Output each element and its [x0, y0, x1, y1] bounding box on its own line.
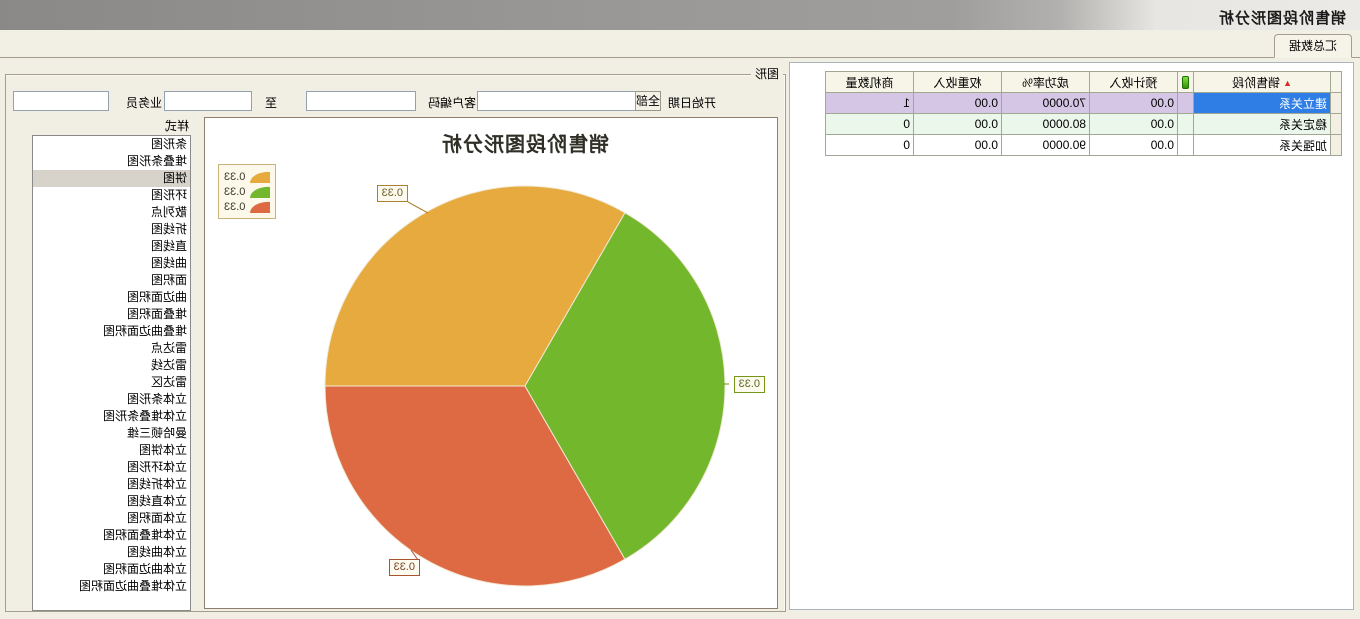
row-indicator-header [1331, 72, 1342, 93]
salesman-label: 业务员 [126, 93, 162, 113]
style-option[interactable]: 立体环形图 [33, 459, 190, 476]
style-option[interactable]: 环形图 [33, 187, 190, 204]
legend-wedge-icon [250, 170, 270, 183]
slice-value-label: 0.33 [389, 559, 420, 576]
cell-filter [1178, 93, 1194, 114]
table-header-row: ▲销售阶段 预计收入 成功率% 权重收入 商机数量 [826, 72, 1342, 93]
legend-value: 0.33 [224, 186, 245, 198]
legend-wedge-icon [250, 185, 270, 198]
column-header-weighted[interactable]: 权重收入 [914, 72, 1002, 93]
cell-rate[interactable]: 90.0000 [1002, 135, 1090, 156]
cell-weighted[interactable]: 0.00 [914, 114, 1002, 135]
style-option[interactable]: 直线图 [33, 238, 190, 255]
style-option[interactable]: 立体曲边面积图 [33, 561, 190, 578]
style-option[interactable]: 立体面积图 [33, 510, 190, 527]
cell-expected[interactable]: 0.00 [1090, 114, 1178, 135]
cell-count[interactable]: 0 [826, 114, 914, 135]
slice-value-label: 0.33 [377, 185, 408, 202]
row-indicator-cell [1331, 135, 1342, 156]
column-header-filter[interactable] [1178, 72, 1194, 93]
style-option[interactable]: 面积图 [33, 272, 190, 289]
cell-weighted[interactable]: 0.00 [914, 93, 1002, 114]
slice-value-label: 0.33 [734, 376, 765, 393]
cell-weighted[interactable]: 0.00 [914, 135, 1002, 156]
row-indicator-cell [1331, 114, 1342, 135]
chart-canvas: 销售阶段图形分析 0.33 0.33 0.33 [204, 117, 778, 609]
sort-ascending-icon: ▲ [1283, 78, 1292, 88]
cell-stage[interactable]: 建立关系 [1194, 93, 1331, 114]
table-row[interactable]: 稳定关系 0.00 80.0000 0.00 0 [826, 114, 1342, 135]
title-bar: 销售阶段图形分析 [0, 0, 1360, 31]
style-option[interactable]: 曲线图 [33, 255, 190, 272]
chart-groupbox: 图形 开始日期 全部 客户编码 至 业务员 样式 条形图 堆叠条形图 饼图 环形… [5, 74, 786, 612]
cell-filter [1178, 114, 1194, 135]
style-option[interactable]: 立体堆叠面积图 [33, 527, 190, 544]
style-label: 样式 [165, 117, 189, 134]
column-header-stage-label: 销售阶段 [1232, 76, 1280, 90]
column-header-expected[interactable]: 预计收入 [1090, 72, 1178, 93]
groupbox-caption: 图形 [751, 67, 783, 81]
chart-legend: 0.33 0.33 0.33 [218, 164, 276, 219]
legend-item: 0.33 [224, 170, 270, 183]
legend-value: 0.33 [224, 201, 245, 213]
style-option[interactable]: 堆叠条形图 [33, 153, 190, 170]
legend-value: 0.33 [224, 171, 245, 183]
style-option[interactable]: 雷达区 [33, 374, 190, 391]
style-option[interactable]: 折线图 [33, 221, 190, 238]
style-option[interactable]: 立体直线图 [33, 493, 190, 510]
legend-wedge-icon [250, 200, 270, 213]
column-header-count[interactable]: 商机数量 [826, 72, 914, 93]
style-option[interactable]: 立体堆叠条形图 [33, 408, 190, 425]
style-option[interactable]: 堆叠面积图 [33, 306, 190, 323]
customer-code-label: 客户编码 [428, 93, 476, 113]
cell-rate[interactable]: 80.0000 [1002, 114, 1090, 135]
style-option[interactable]: 立体堆叠曲边面积图 [33, 578, 190, 595]
table-row[interactable]: 建立关系 0.00 70.0000 0.00 1 [826, 93, 1342, 114]
date-to-input[interactable] [164, 91, 252, 111]
cell-rate[interactable]: 70.0000 [1002, 93, 1090, 114]
cell-count[interactable]: 0 [826, 135, 914, 156]
style-option[interactable]: 立体曲线图 [33, 544, 190, 561]
start-date-input[interactable] [477, 91, 636, 111]
pie-chart [205, 118, 777, 608]
cell-stage[interactable]: 稳定关系 [1194, 114, 1331, 135]
style-option[interactable]: 散列点 [33, 204, 190, 221]
row-indicator-cell [1331, 93, 1342, 114]
style-option[interactable]: 堆叠曲边面积图 [33, 323, 190, 340]
cell-count[interactable]: 1 [826, 93, 914, 114]
style-option[interactable]: 曲边面积图 [33, 289, 190, 306]
filter-indicator-icon [1182, 76, 1189, 89]
style-option[interactable]: 雷达线 [33, 357, 190, 374]
style-option[interactable]: 立体折线图 [33, 476, 190, 493]
date-preset-button[interactable]: 全部 [635, 91, 661, 111]
sales-stage-table: ▲销售阶段 预计收入 成功率% 权重收入 商机数量 建立关系 0.00 70.0… [825, 71, 1342, 156]
to-label: 至 [265, 93, 277, 113]
start-date-label: 开始日期 [668, 93, 716, 113]
application-window: 销售阶段图形分析 汇总数据 ▲销售阶段 预计收入 成功率% 权重收入 商机数量 [0, 0, 1360, 619]
main-content: ▲销售阶段 预计收入 成功率% 权重收入 商机数量 建立关系 0.00 70.0… [0, 58, 1360, 612]
cell-expected[interactable]: 0.00 [1090, 93, 1178, 114]
style-option-selected[interactable]: 饼图 [33, 170, 190, 187]
legend-item: 0.33 [224, 200, 270, 213]
cell-filter [1178, 135, 1194, 156]
window-title: 销售阶段图形分析 [1218, 7, 1346, 28]
cell-expected[interactable]: 0.00 [1090, 135, 1178, 156]
style-option[interactable]: 曼哈顿三维 [33, 425, 190, 442]
salesman-input[interactable] [13, 91, 109, 111]
callout-line-gold [408, 202, 428, 213]
style-option[interactable]: 立体饼图 [33, 442, 190, 459]
summary-table-panel: ▲销售阶段 预计收入 成功率% 权重收入 商机数量 建立关系 0.00 70.0… [789, 62, 1354, 610]
legend-item: 0.33 [224, 185, 270, 198]
cell-stage[interactable]: 加强关系 [1194, 135, 1331, 156]
column-header-rate[interactable]: 成功率% [1002, 72, 1090, 93]
chart-style-listbox[interactable]: 条形图 堆叠条形图 饼图 环形图 散列点 折线图 直线图 曲线图 面积图 曲边面… [32, 135, 191, 611]
style-option[interactable]: 立体条形图 [33, 391, 190, 408]
tab-summary-data[interactable]: 汇总数据 [1274, 34, 1352, 58]
customer-code-input[interactable] [306, 91, 416, 111]
tab-strip: 汇总数据 [0, 30, 1360, 58]
style-option[interactable]: 条形图 [33, 136, 190, 153]
style-option[interactable]: 雷达点 [33, 340, 190, 357]
table-row[interactable]: 加强关系 0.00 90.0000 0.00 0 [826, 135, 1342, 156]
column-header-stage[interactable]: ▲销售阶段 [1194, 72, 1331, 93]
